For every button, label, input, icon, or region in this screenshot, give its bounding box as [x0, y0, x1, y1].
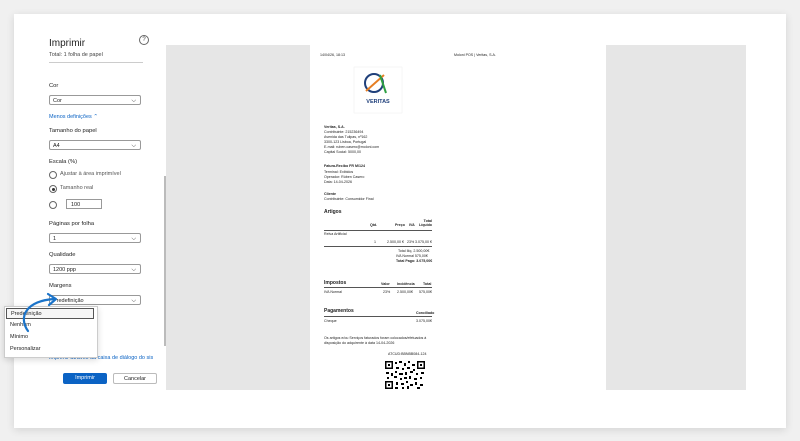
- dialog-title: Imprimir: [49, 38, 86, 49]
- payment-amount: 3.075,00€: [416, 319, 432, 323]
- client-title: Cliente: [324, 192, 336, 196]
- scale-input[interactable]: 100: [66, 199, 102, 209]
- scale-fit-radio[interactable]: [49, 171, 57, 179]
- tax-col-value: Valor: [381, 282, 390, 286]
- company-address2: 3300-123 Lisboa, Portugal: [324, 140, 367, 144]
- chevron-down-icon: ⌵: [131, 98, 136, 104]
- payment-method: Cheque: [324, 319, 337, 323]
- table-rule: [324, 287, 432, 288]
- document-page: 14/04/26, 18:13 Moloni POS | Veritas, S.…: [310, 45, 606, 390]
- item-vat: 23%: [407, 240, 415, 244]
- chevron-down-icon: ⌵: [131, 143, 136, 149]
- invoice-date: Data: 14-04-2026: [324, 180, 352, 184]
- col-vat: IVA: [409, 223, 415, 227]
- company-address1: Avenida das Tulipas, nº162: [324, 135, 368, 139]
- item-total: 3.075,00 €: [415, 240, 432, 244]
- panel-scrollbar[interactable]: [164, 176, 166, 346]
- scale-actual-label: Tamanho real: [60, 185, 94, 191]
- company-nif: Contribuinte: 215236494: [324, 130, 364, 134]
- col-price: Preço: [395, 223, 405, 227]
- item-name: Relva Artificial: [324, 232, 347, 236]
- tax-col-base: Incidência: [397, 282, 415, 286]
- company-capital: Capital Social: 5000,00: [324, 150, 361, 154]
- sheet-count: Total: 1 folha de papel: [49, 52, 103, 58]
- item-price: 2.500,00 €: [387, 240, 404, 244]
- chevron-down-icon: ⌵: [131, 236, 136, 242]
- total-net: Total Ilíq. 2.500,00€: [398, 249, 430, 253]
- divider: [49, 62, 143, 63]
- footer-line2: disposição do adquirente à data 14-04-20…: [324, 341, 395, 345]
- color-select[interactable]: Cor ⌵: [49, 95, 141, 105]
- scale-actual-radio[interactable]: [49, 185, 57, 193]
- invoice-title: Fatura-Recibo FR M/124: [324, 164, 365, 168]
- total-vat: IVA Normal 575,00€: [396, 254, 428, 258]
- curved-arrow-icon: [22, 292, 58, 333]
- tax-row-rate: 23%: [383, 290, 391, 294]
- company-name: Veritas, S.A.: [324, 125, 345, 129]
- scale-label: Escala (%): [49, 159, 78, 165]
- client-value: Contribuinte: Consumidor Final: [324, 197, 374, 201]
- total-paid: Total Pago: 3.075,00€: [396, 259, 433, 263]
- tax-col-total: Total: [423, 282, 432, 286]
- color-label: Cor: [49, 83, 59, 89]
- company-logo: VERITAS: [350, 63, 406, 117]
- table-rule: [324, 230, 432, 231]
- help-icon[interactable]: ?: [139, 35, 149, 45]
- qr-code: [384, 360, 426, 390]
- col-total: Total Líquido: [419, 219, 432, 227]
- table-rule: [324, 316, 432, 317]
- taxes-title: Impostos: [324, 280, 347, 286]
- paper-size-select[interactable]: A4 ⌵: [49, 140, 141, 150]
- quality-label: Qualidade: [49, 252, 76, 258]
- footer-line1: Os artigos e/ou Serviços faturados foram…: [324, 336, 427, 340]
- print-button[interactable]: Imprimir: [63, 373, 107, 384]
- table-rule: [324, 246, 432, 247]
- pages-per-sheet-label: Páginas por folha: [49, 221, 95, 227]
- tax-row-total: 575,00€: [419, 290, 432, 294]
- item-qty: 1: [374, 240, 376, 244]
- scale-custom-radio[interactable]: [49, 201, 57, 209]
- payments-title: Pagamentos: [324, 308, 354, 314]
- tax-row-base: 2.500,00€: [397, 290, 413, 294]
- pages-per-sheet-select[interactable]: 1 ⌵: [49, 233, 141, 243]
- print-timestamp: 14/04/26, 18:13: [320, 53, 345, 57]
- chevron-down-icon: ⌵: [131, 298, 136, 304]
- atcud-code: ATCUD:BBNBB084-124: [388, 352, 427, 356]
- company-email: E-mail: ruben.casero@moloni.com: [324, 145, 380, 149]
- col-qty: Qtd.: [370, 223, 378, 227]
- articles-title: Artigos: [324, 209, 342, 215]
- quality-select[interactable]: 1200 ppp ⌵: [49, 264, 141, 274]
- chevron-down-icon: ⌵: [131, 267, 136, 273]
- invoice-terminal: Terminal: Exibidos: [324, 170, 354, 174]
- invoice-operator: Operador: Rúben Casero: [324, 175, 365, 179]
- margin-option-custom[interactable]: Personalizar: [6, 344, 94, 355]
- tax-row-name: IVA Normal: [324, 290, 342, 294]
- cancel-button[interactable]: Cancelar: [113, 373, 157, 384]
- logo-text: VERITAS: [366, 99, 390, 105]
- payments-col: Conciliado: [416, 311, 435, 315]
- less-settings-link[interactable]: Menos definições ⌃: [49, 114, 98, 120]
- scale-fit-label: Ajustar à área imprimível: [60, 171, 121, 177]
- print-header-title: Moloni POS | Veritas, S.A.: [454, 53, 496, 57]
- paper-size-label: Tamanho do papel: [49, 128, 97, 134]
